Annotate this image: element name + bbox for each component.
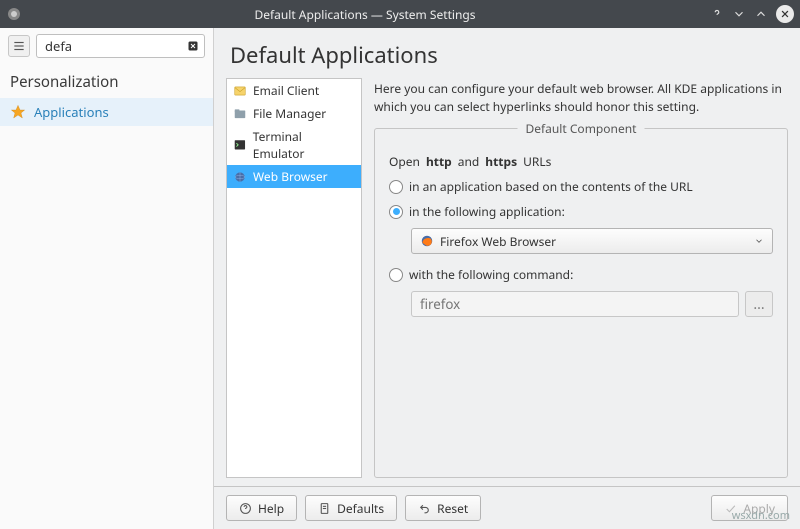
help-icon [239,502,252,515]
folder-icon [233,107,247,121]
help-button[interactable]: Help [226,495,297,521]
menu-button[interactable] [8,35,30,57]
radio-option-application[interactable]: in the following application: [389,199,773,224]
command-input[interactable] [411,291,739,317]
sidebar-section-header: Personalization [0,64,213,98]
radio-icon[interactable] [389,180,403,194]
category-label: Email Client [253,82,319,99]
radio-icon[interactable] [389,205,403,219]
detail-pane: Here you can configure your default web … [362,78,788,478]
star-icon [10,104,26,120]
radio-option-command[interactable]: with the following command: [389,262,773,287]
browse-button[interactable]: ... [745,291,773,317]
radio-option-contents[interactable]: in an application based on the contents … [389,174,773,199]
search-box [36,34,205,58]
globe-icon [233,170,247,184]
browser-select[interactable]: Firefox Web Browser [411,228,773,254]
chevron-down-icon [754,233,764,250]
category-label: Web Browser [253,168,328,185]
apply-button[interactable]: Apply [711,495,788,521]
window-titlebar: Default Applications — System Settings [0,0,800,28]
undo-icon [418,502,431,515]
check-icon [724,502,737,515]
close-button[interactable] [776,5,794,23]
page-title: Default Applications [214,28,800,78]
mail-icon [233,84,247,98]
radio-label: with the following command: [409,266,573,283]
sidebar-item-label: Applications [34,103,109,121]
category-list: Email Client File Manager Terminal Emula… [226,78,362,478]
reset-button[interactable]: Reset [405,495,481,521]
category-label: Terminal Emulator [253,128,355,162]
firefox-icon [420,234,434,248]
radio-icon[interactable] [389,268,403,282]
terminal-icon [233,138,247,152]
chevron-down-icon[interactable] [730,5,748,23]
window-title: Default Applications — System Settings [26,6,704,23]
app-icon [6,6,22,22]
category-email[interactable]: Email Client [227,79,361,102]
groupbox-title: Default Component [518,120,645,137]
category-web-browser[interactable]: Web Browser [227,165,361,188]
category-label: File Manager [253,105,326,122]
chevron-up-icon[interactable] [752,5,770,23]
open-urls-line: Open http and https URLs [389,149,773,174]
category-file-manager[interactable]: File Manager [227,102,361,125]
radio-label: in an application based on the contents … [409,178,693,195]
defaults-button[interactable]: Defaults [305,495,397,521]
combo-value: Firefox Web Browser [440,233,556,250]
main-pane: Default Applications Email Client File M… [214,28,800,529]
search-input[interactable] [36,34,205,58]
clear-search-icon[interactable] [185,38,201,54]
radio-label: in the following application: [409,203,565,220]
default-component-group: Default Component Open http and https UR… [374,128,788,478]
help-icon[interactable] [708,5,726,23]
category-terminal[interactable]: Terminal Emulator [227,125,361,165]
sidebar-item-applications[interactable]: Applications [0,98,213,126]
document-icon [318,502,331,515]
button-bar: Help Defaults Reset Apply [214,486,800,529]
sidebar: Personalization Applications [0,28,214,529]
